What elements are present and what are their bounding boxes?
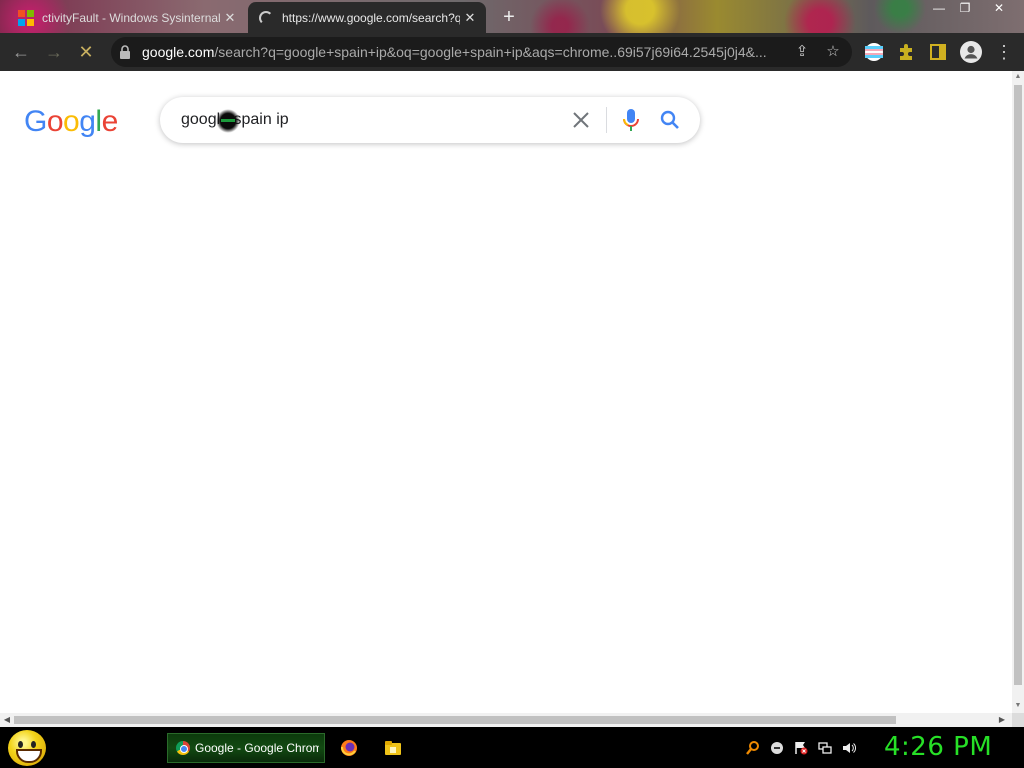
profile-flag-extension-icon[interactable] bbox=[864, 42, 884, 62]
google-logo[interactable]: Google bbox=[24, 105, 118, 139]
network-icon[interactable] bbox=[818, 741, 832, 755]
loading-spinner-icon bbox=[258, 10, 274, 26]
volume-icon[interactable] bbox=[842, 741, 856, 755]
tab-title: https://www.google.com/search?q=google+s… bbox=[282, 10, 460, 25]
horizontal-scrollbar[interactable]: ◀ ▶ bbox=[0, 713, 1012, 727]
url-text[interactable]: google.com/search?q=google+spain+ip&oq=g… bbox=[142, 44, 788, 60]
taskbar-clock[interactable]: 4:26 PM bbox=[884, 732, 992, 762]
folder-icon[interactable] bbox=[384, 739, 402, 757]
tab-sysinternals[interactable]: ctivityFault - Windows Sysinternals ✕ bbox=[8, 2, 246, 33]
search-divider bbox=[606, 107, 607, 133]
logo-letter: o bbox=[63, 105, 80, 138]
close-tab-icon[interactable]: ✕ bbox=[460, 10, 480, 26]
logo-letter: e bbox=[101, 105, 119, 138]
firefox-icon[interactable] bbox=[340, 739, 358, 757]
new-tab-button[interactable]: + bbox=[498, 6, 520, 28]
search-box[interactable]: google spain ip bbox=[160, 97, 700, 143]
logo-letter: G bbox=[24, 105, 47, 138]
search-magnifier-icon[interactable] bbox=[659, 109, 681, 131]
bookmark-star-icon[interactable]: ☆ bbox=[822, 42, 844, 62]
chrome-menu-icon[interactable]: ⋮ bbox=[990, 38, 1018, 66]
restore-button[interactable]: ❐ bbox=[952, 0, 978, 18]
voice-search-mic-icon[interactable] bbox=[621, 108, 641, 132]
chat-tray-icon[interactable] bbox=[770, 741, 784, 755]
scroll-left-arrow-icon[interactable]: ◀ bbox=[3, 716, 11, 724]
scroll-up-arrow-icon[interactable]: ▲ bbox=[1014, 73, 1022, 81]
mouse-cursor-icon bbox=[216, 109, 240, 133]
forward-button[interactable]: → bbox=[40, 38, 68, 66]
side-panel-icon[interactable] bbox=[928, 42, 948, 62]
action-center-flag-icon[interactable] bbox=[794, 741, 808, 755]
extensions-puzzle-icon[interactable] bbox=[896, 42, 916, 62]
page-content: Google google spain ip bbox=[0, 71, 1012, 713]
scroll-down-arrow-icon[interactable]: ▼ bbox=[1014, 702, 1022, 710]
scrollbar-corner bbox=[1012, 713, 1024, 727]
stop-loading-button[interactable]: ✕ bbox=[72, 38, 100, 66]
profile-avatar-icon[interactable] bbox=[960, 41, 982, 63]
chrome-icon bbox=[176, 741, 190, 755]
logo-letter: g bbox=[79, 105, 96, 138]
clear-search-icon[interactable] bbox=[570, 109, 592, 131]
close-window-button[interactable]: ✕ bbox=[986, 0, 1012, 18]
lock-icon[interactable] bbox=[119, 45, 131, 59]
taskbar-window-title: Google - Google Chrome bbox=[195, 741, 319, 755]
scroll-right-arrow-icon[interactable]: ▶ bbox=[998, 716, 1006, 724]
share-icon[interactable]: ⇪ bbox=[791, 42, 813, 62]
taskbar-chrome-window[interactable]: Google - Google Chrome bbox=[167, 733, 325, 763]
microsoft-logo-icon bbox=[18, 9, 34, 26]
minimize-button[interactable]: — bbox=[926, 0, 952, 18]
browser-tabstrip: ctivityFault - Windows Sysinternals ✕ ht… bbox=[0, 0, 1024, 33]
desktop-screen: ctivityFault - Windows Sysinternals ✕ ht… bbox=[0, 0, 1024, 768]
tab-google-search[interactable]: https://www.google.com/search?q=google+s… bbox=[248, 2, 486, 33]
tab-title: ctivityFault - Windows Sysinternals bbox=[42, 10, 220, 25]
back-button[interactable]: ← bbox=[7, 38, 35, 66]
browser-toolbar: ← → ✕ google.com/search?q=google+spain+i… bbox=[0, 33, 1024, 71]
vertical-scrollbar[interactable]: ▲ ▼ bbox=[1012, 71, 1024, 713]
logo-letter: o bbox=[46, 105, 64, 138]
horizontal-scroll-thumb[interactable] bbox=[14, 716, 896, 724]
close-tab-icon[interactable]: ✕ bbox=[220, 10, 240, 26]
search-tray-icon[interactable] bbox=[746, 741, 760, 755]
vertical-scroll-thumb[interactable] bbox=[1014, 85, 1022, 685]
address-bar[interactable]: google.com/search?q=google+spain+ip&oq=g… bbox=[111, 37, 852, 67]
taskbar: Google - Google Chrome 4:26 PM bbox=[0, 727, 1024, 768]
start-button-smiley-icon[interactable] bbox=[8, 730, 46, 766]
